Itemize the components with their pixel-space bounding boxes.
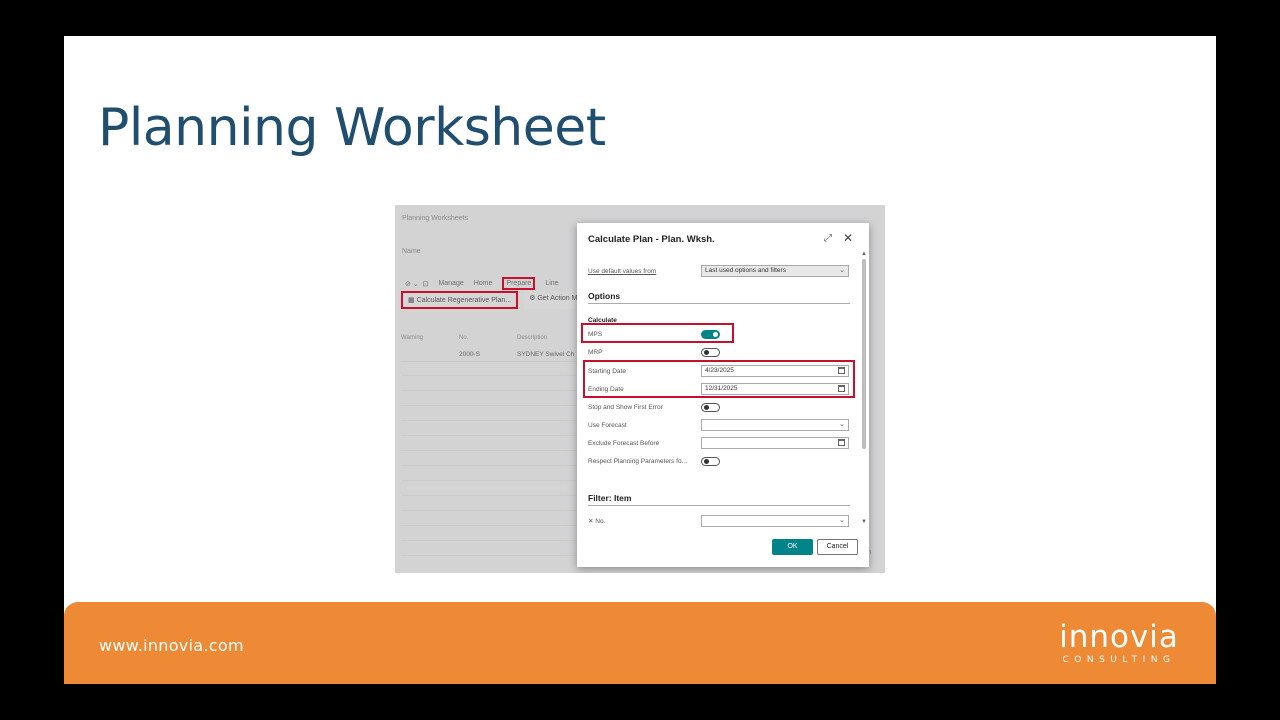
options-divider — [588, 303, 850, 304]
respect-row: Respect Planning Parameters fo... — [588, 455, 700, 467]
cell-no: 2000-S — [459, 350, 480, 358]
respect-toggle[interactable] — [701, 457, 720, 466]
no-filter-label-wrap: ✕ No. — [588, 517, 700, 525]
exclude-forecast-field[interactable] — [701, 437, 849, 449]
stop-label: Stop and Show First Error — [588, 403, 663, 411]
footer-bar: www.innovia.com innovia CONSULTING — [64, 602, 1216, 684]
worksheet-grid: Warning No. Description 2000-S SYDNEY Sw… — [401, 335, 581, 565]
use-forecast-select[interactable]: ⌄ — [701, 419, 849, 431]
dialog-title: Calculate Plan - Plan. Wksh. — [588, 234, 715, 245]
use-forecast-row: Use Forecast — [588, 419, 700, 431]
options-section: Options — [588, 291, 621, 301]
slide: Planning Worksheet Planning Worksheets N… — [64, 36, 1216, 684]
chevron-down-icon: ⌄ — [839, 517, 845, 524]
get-action-messages-label: Get Action Me — [537, 295, 582, 302]
tab-line[interactable]: Line — [545, 280, 558, 287]
chevron-down-icon: ⌄ — [839, 421, 845, 428]
ok-button[interactable]: OK — [772, 539, 813, 555]
no-filter-select[interactable]: ⌄ — [701, 515, 849, 527]
no-filter-row: ✕ No. — [588, 515, 700, 527]
bg-actions: ▦ Calculate Regenerative Plan... ⚙ Get A… — [401, 291, 587, 309]
stop-row: Stop and Show First Error — [588, 401, 700, 413]
use-default-row: Use default values from — [588, 265, 700, 277]
bg-tab-icons[interactable]: ⊘ ⌄ ⊡ — [405, 280, 428, 288]
no-filter-label: No. — [595, 518, 606, 525]
use-forecast-label: Use Forecast — [588, 421, 627, 429]
chevron-down-icon: ⌄ — [839, 267, 845, 274]
calculate-regenerative-plan-label: Calculate Regenerative Plan... — [416, 297, 512, 304]
tab-home[interactable]: Home — [474, 280, 493, 287]
footer-url: www.innovia.com — [99, 636, 244, 655]
dates-highlight — [583, 360, 855, 398]
stop-toggle[interactable] — [701, 403, 720, 412]
cancel-button[interactable]: Cancel — [817, 539, 858, 555]
mps-highlight — [581, 323, 734, 343]
mrp-label: MRP — [588, 348, 603, 356]
tab-prepare[interactable]: Prepare — [502, 277, 536, 290]
toggle-knob — [704, 350, 709, 355]
grid-lines — [401, 361, 581, 561]
cell-description: SYDNEY Swivel Ch — [517, 350, 575, 358]
slide-title: Planning Worksheet — [98, 98, 606, 158]
screenshot: Planning Worksheets Name ⊘ ⌄ ⊡ Manage Ho… — [395, 205, 885, 573]
mrp-row: MRP — [588, 346, 700, 358]
respect-label: Respect Planning Parameters fo... — [588, 457, 687, 465]
table-row[interactable]: 2000-S SYDNEY Swivel Ch — [401, 347, 581, 362]
bg-page-title: Planning Worksheets — [402, 215, 469, 222]
scrollbar[interactable] — [862, 259, 866, 449]
scroll-down-icon[interactable]: ▼ — [861, 519, 867, 525]
calendar-icon[interactable] — [838, 439, 845, 446]
expand-icon[interactable]: ⤢ — [824, 233, 832, 244]
use-default-select[interactable]: Last used options and filters ⌄ — [701, 265, 849, 277]
calculate-regenerative-plan-button[interactable]: ▦ Calculate Regenerative Plan... — [401, 291, 519, 309]
toggle-knob — [704, 459, 709, 464]
calculate-plan-dialog: Calculate Plan - Plan. Wksh. ⤢ ✕ Use def… — [577, 223, 869, 567]
logo-sub: CONSULTING — [1062, 655, 1176, 665]
filter-divider — [588, 505, 850, 506]
toggle-knob — [704, 405, 709, 410]
logo-word: innovia — [1059, 619, 1179, 655]
close-icon[interactable]: ✕ — [843, 231, 853, 245]
bg-tabs: ⊘ ⌄ ⊡ Manage Home Prepare Line — [405, 277, 559, 290]
use-default-label: Use default values from — [588, 267, 657, 275]
use-default-value: Last used options and filters — [705, 267, 786, 274]
plan-icon: ▦ — [408, 297, 417, 304]
scroll-up-icon[interactable]: ▲ — [861, 251, 867, 257]
innovia-logo: innovia CONSULTING — [1056, 620, 1182, 670]
col-description: Description — [517, 335, 548, 341]
exclude-forecast-label: Exclude Forecast Before — [588, 439, 660, 447]
filter-section: Filter: Item — [588, 493, 632, 503]
tab-manage[interactable]: Manage — [438, 280, 463, 287]
exclude-forecast-row: Exclude Forecast Before — [588, 437, 700, 449]
grid-header: Warning No. Description — [401, 335, 581, 347]
mrp-toggle[interactable] — [701, 348, 720, 357]
col-no: No. — [459, 335, 469, 341]
bg-name-label: Name — [402, 248, 421, 255]
col-warning: Warning — [401, 335, 424, 341]
